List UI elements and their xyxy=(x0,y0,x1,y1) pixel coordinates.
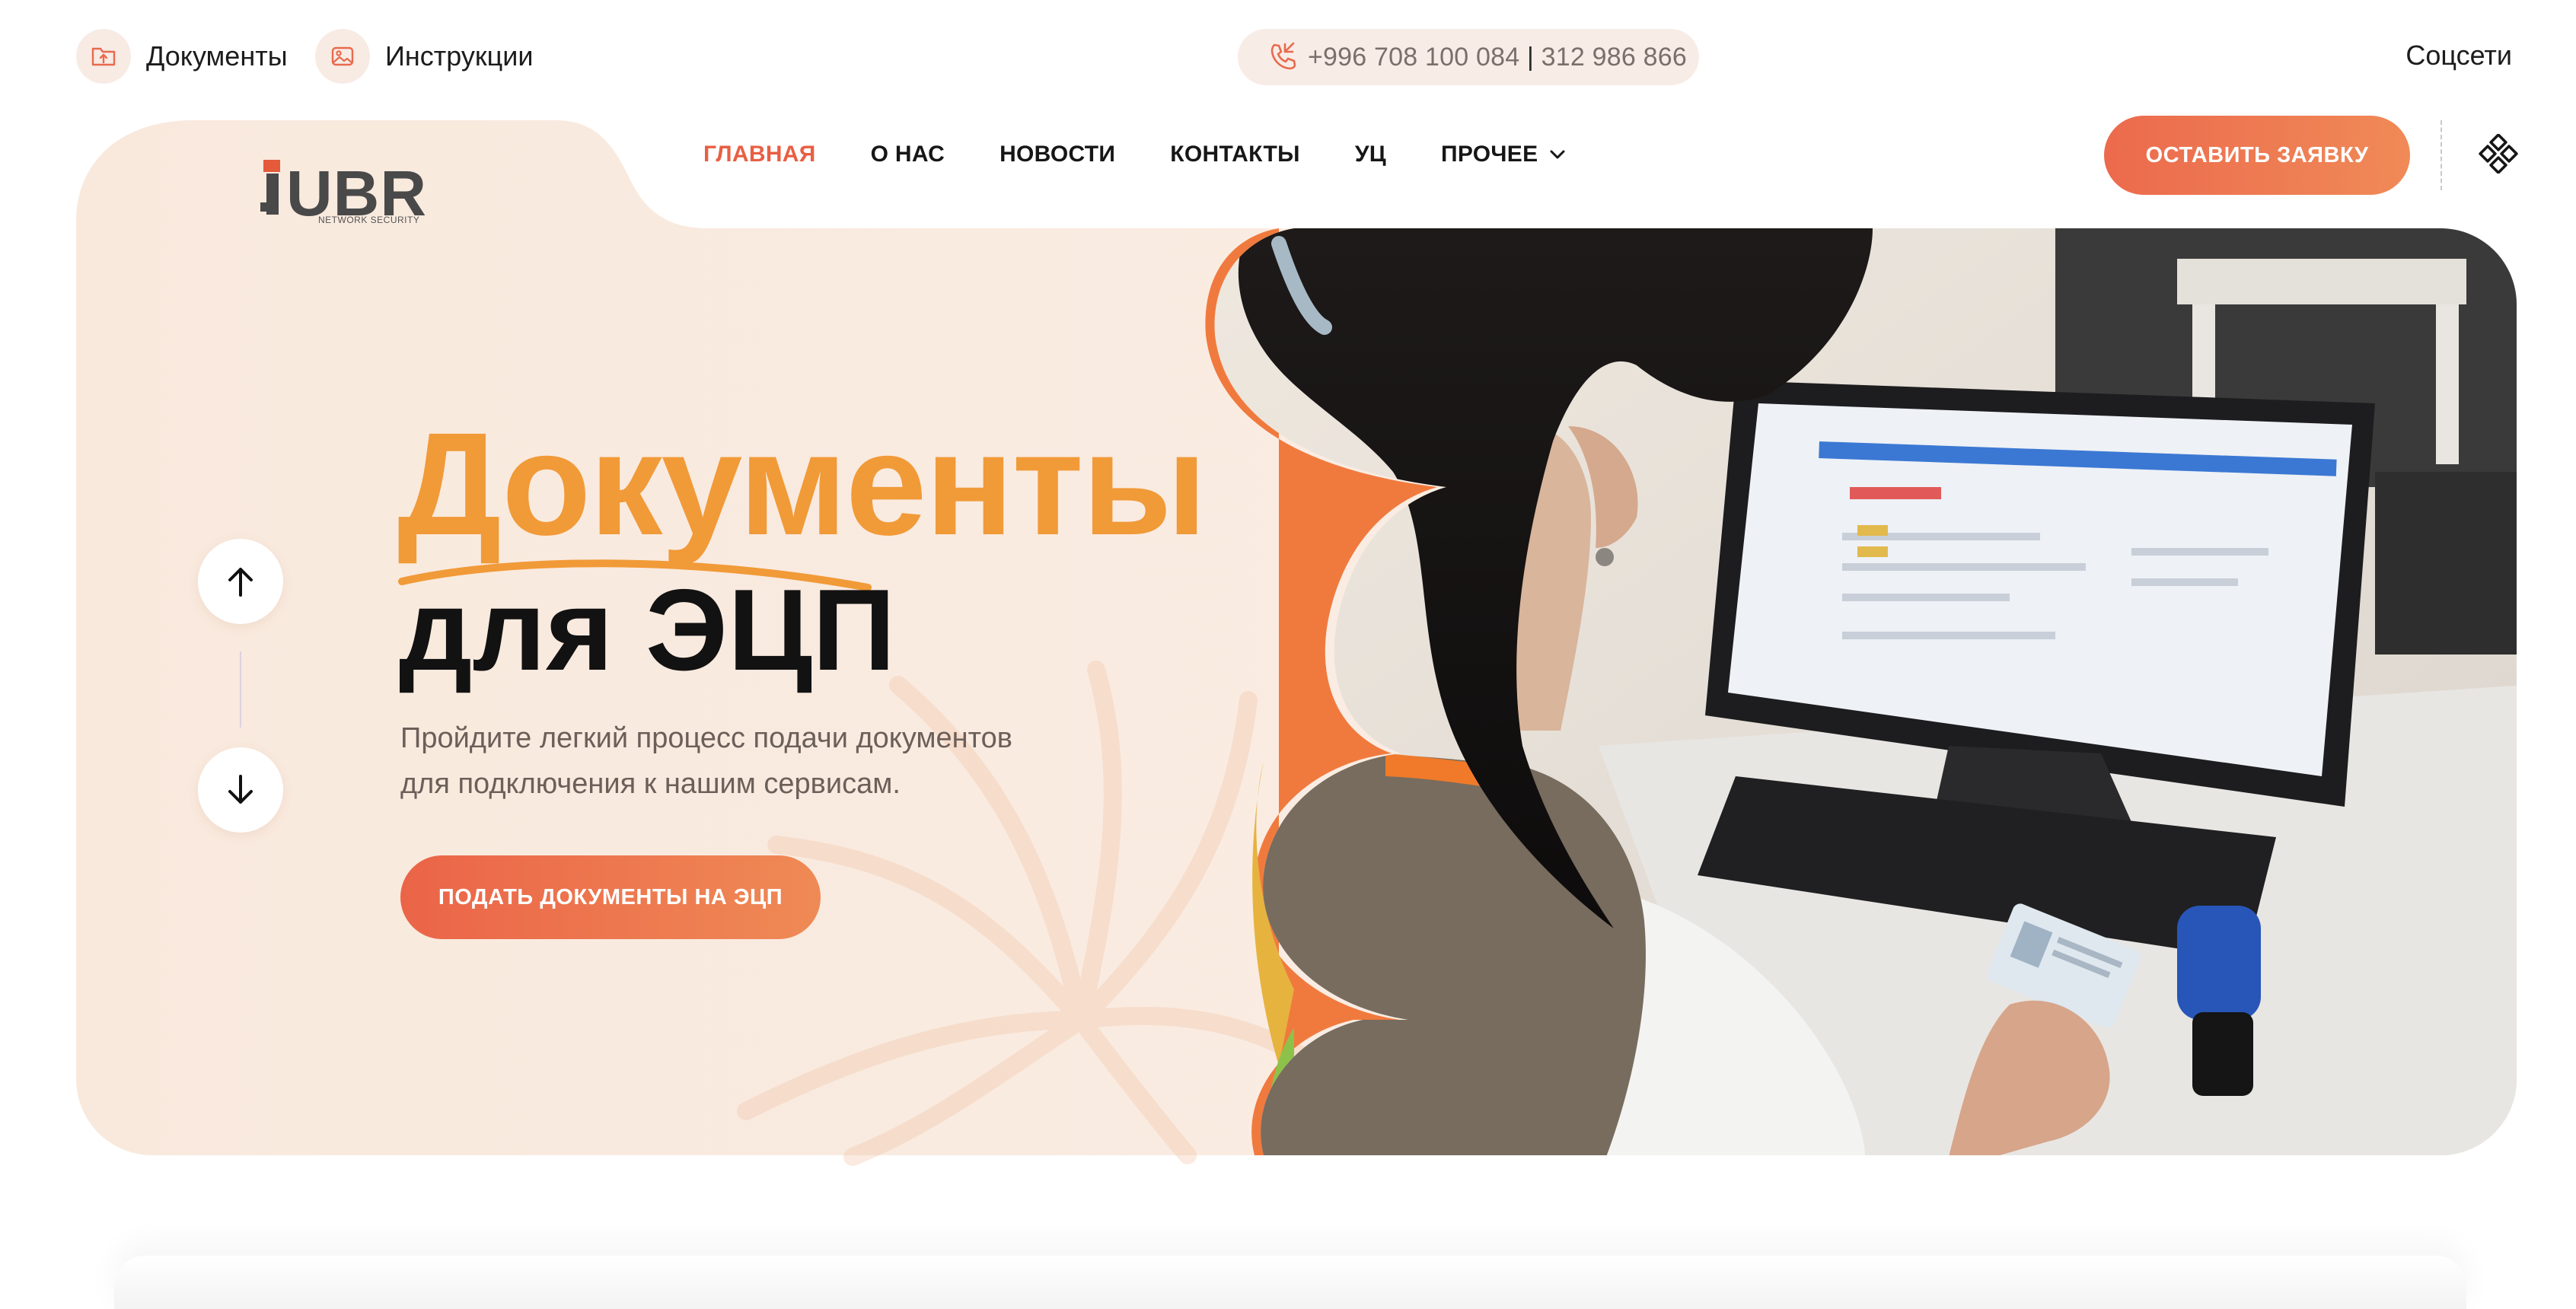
nav-item-label: КОНТАКТЫ xyxy=(1170,142,1300,167)
grid-diamond-icon[interactable] xyxy=(2479,133,2518,174)
nav-item-contacts[interactable]: КОНТАКТЫ xyxy=(1170,142,1300,167)
arrow-up-icon xyxy=(228,568,253,597)
chevron-down-icon xyxy=(1550,150,1565,159)
nav-item-label: ГЛАВНАЯ xyxy=(703,142,816,167)
nav-item-news[interactable]: НОВОСТИ xyxy=(999,142,1115,167)
arrow-down-icon xyxy=(228,775,253,804)
nav-item-about[interactable]: О НАС xyxy=(871,142,945,167)
slider-divider xyxy=(240,651,241,728)
nav-item-label: УЦ xyxy=(1354,142,1386,167)
nav-item-label: О НАС xyxy=(870,142,945,167)
nav-item-other[interactable]: ПРОЧЕЕ xyxy=(1441,142,1567,167)
leave-request-button[interactable]: ОСТАВИТЬ ЗАЯВКУ xyxy=(2104,116,2410,195)
hero-title-main: для ЭЦП xyxy=(399,565,896,695)
main-nav: ГЛАВНАЯ О НАС НОВОСТИ КОНТАКТЫ УЦ ПРОЧЕЕ xyxy=(703,142,1621,167)
hero-subtitle-line: для подключения к нашим сервисам. xyxy=(400,768,901,800)
slider-down-button[interactable] xyxy=(198,747,283,833)
header-divider xyxy=(2441,120,2442,190)
logo-subtitle: NETWORK SECURITY xyxy=(318,215,420,225)
hero-subtitle-line: Пройдите легкий процесс подачи документо… xyxy=(400,722,1012,754)
nav-item-label: НОВОСТИ xyxy=(999,142,1116,167)
slider-up-button[interactable] xyxy=(198,539,283,624)
nav-item-label: ПРОЧЕЕ xyxy=(1441,142,1538,167)
hero-title-accent: Документы xyxy=(397,402,1207,565)
page: Документы Инструкции +996 708 100 084 | … xyxy=(0,0,2576,1309)
next-section-edge xyxy=(114,1256,2466,1309)
logo-key-icon xyxy=(260,160,280,215)
submit-documents-button[interactable]: ПОДАТЬ ДОКУМЕНТЫ НА ЭЦП xyxy=(400,855,821,939)
nav-item-home[interactable]: ГЛАВНАЯ xyxy=(703,142,816,167)
nav-item-uc[interactable]: УЦ xyxy=(1355,142,1386,167)
logo[interactable]: UBR NETWORK SECURITY xyxy=(257,158,426,229)
hero-subtitle: Пройдите легкий процесс подачи документо… xyxy=(400,715,1086,807)
